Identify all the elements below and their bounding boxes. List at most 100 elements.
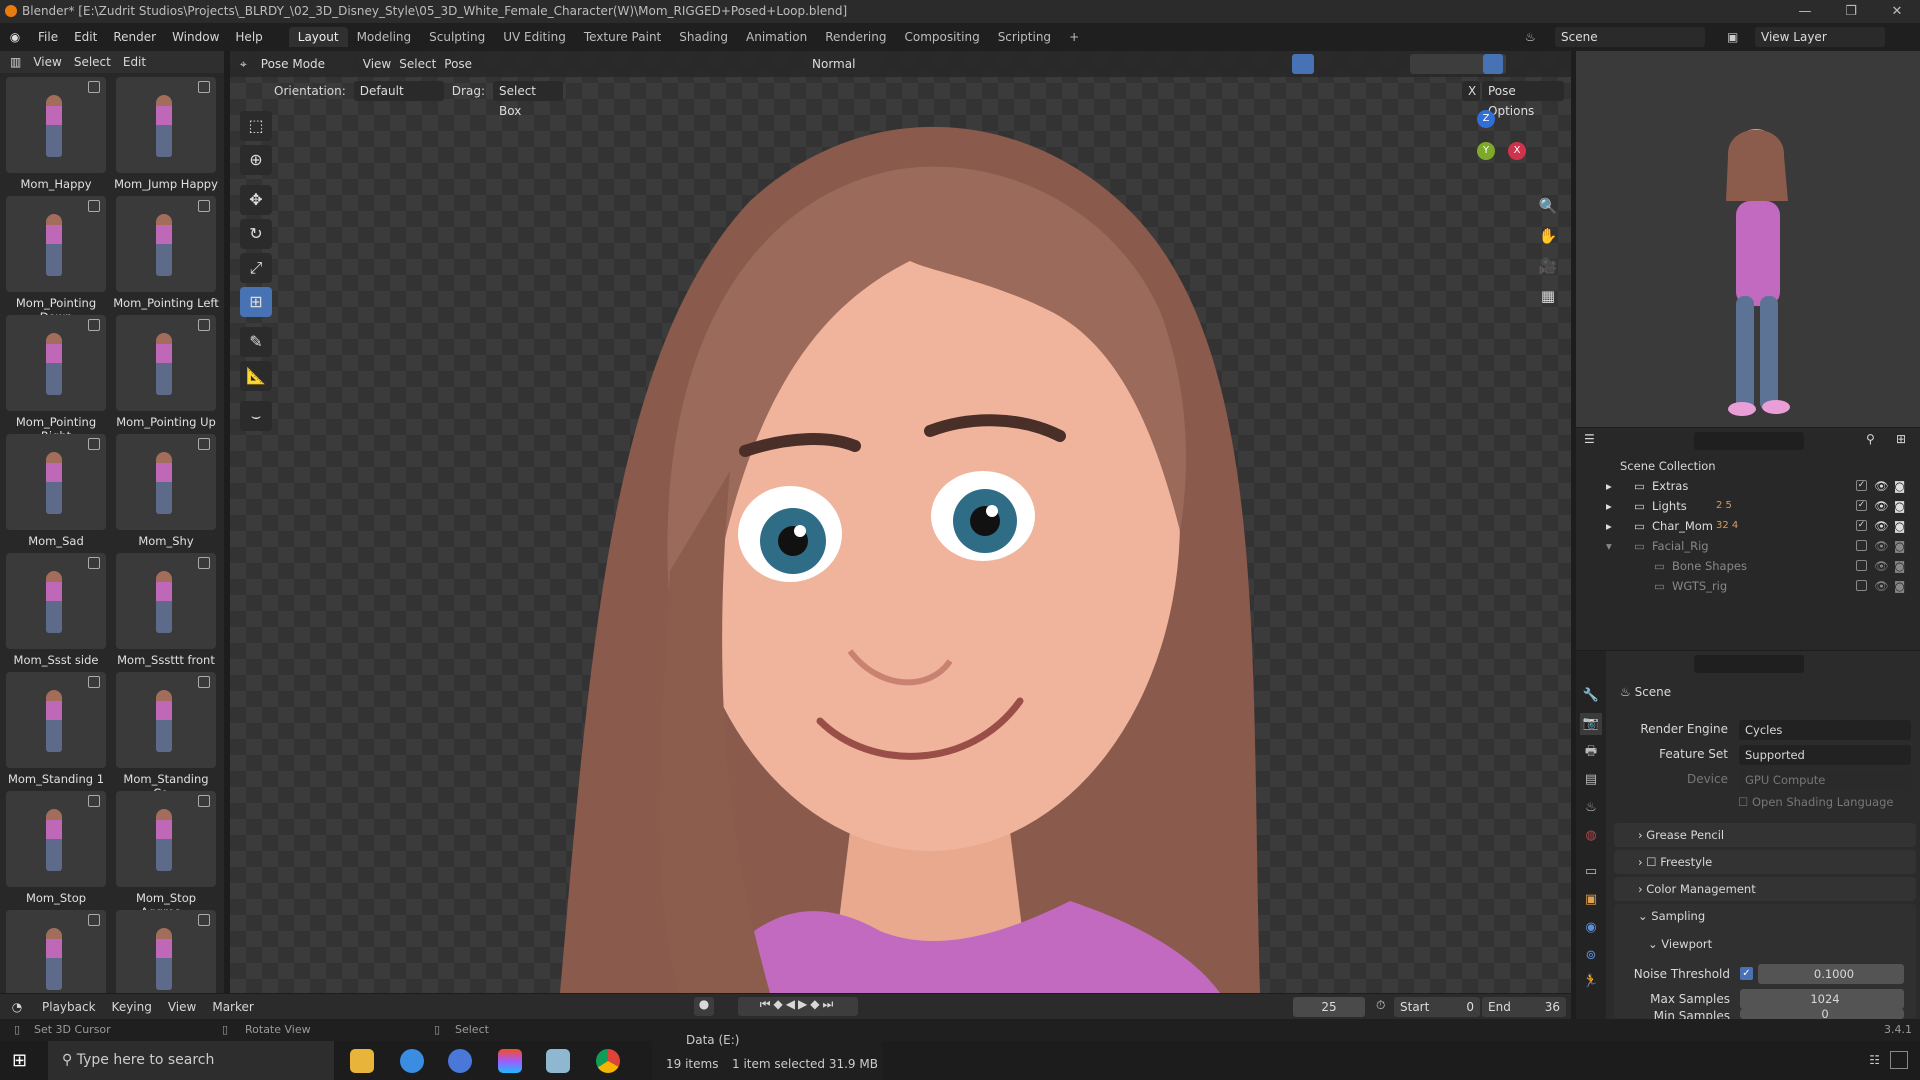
scene-tab-icon[interactable]: ♨ [1580, 797, 1602, 819]
timeline-view-menu[interactable]: View [160, 1000, 204, 1014]
menu-file[interactable]: File [30, 30, 66, 44]
camera-view-icon[interactable]: 🎥 [1535, 253, 1561, 279]
outliner-row[interactable]: ▭ Bone Shapes 👁 ◙ [1576, 556, 1920, 576]
asset-thumbnail[interactable] [116, 196, 216, 292]
pan-hand-icon[interactable]: ✋ [1535, 223, 1561, 249]
move-tool[interactable]: ✥ [240, 185, 272, 215]
asset-thumbnail[interactable] [116, 553, 216, 649]
asset-thumbnail[interactable] [6, 672, 106, 768]
app-icon-2[interactable] [448, 1049, 472, 1073]
physics-tab-icon[interactable]: ◉ [1580, 917, 1602, 939]
viewport-subpanel[interactable]: ⌄ Viewport [1648, 937, 1712, 951]
osl-checkbox[interactable]: ☐ Open Shading Language [1738, 795, 1893, 809]
drive-label[interactable]: Data (E:) [686, 1033, 739, 1047]
minimize-button[interactable]: — [1782, 0, 1828, 23]
editor-type-icon[interactable]: ◔ [0, 1000, 34, 1014]
blender-menu-icon[interactable]: ◉ [0, 30, 30, 44]
asset-thumbnail[interactable] [116, 434, 216, 530]
expand-arrow-icon[interactable]: ▾ [1606, 536, 1612, 556]
panel-grease-pencil[interactable]: › Grease Pencil [1614, 823, 1916, 847]
exclude-checkbox[interactable] [1856, 540, 1867, 551]
render-camera-icon[interactable]: ◙ [1894, 496, 1905, 516]
exclude-checkbox[interactable]: ✓ [1856, 500, 1867, 511]
windows-start-icon[interactable]: ⊞ [12, 1050, 27, 1071]
tab-rendering[interactable]: Rendering [816, 27, 895, 47]
collection-tab-icon[interactable]: ▭ [1580, 861, 1602, 883]
feature-set-dropdown[interactable]: Supported [1739, 745, 1911, 765]
expand-arrow-icon[interactable]: ▸ [1606, 516, 1612, 536]
playback-menu[interactable]: Playback [34, 1000, 104, 1014]
file-explorer-icon[interactable] [350, 1049, 374, 1073]
gizmo-z-axis[interactable]: Z [1477, 110, 1495, 128]
outliner-root[interactable]: Scene Collection [1576, 456, 1920, 476]
edit-icon[interactable] [198, 438, 210, 450]
asset-thumbnail[interactable] [6, 791, 106, 887]
expand-arrow-icon[interactable]: ▸ [1606, 496, 1612, 516]
zoom-icon[interactable]: 🔍 [1535, 193, 1561, 219]
3d-viewport[interactable]: ⌖ Pose Mode View Select Pose Normal Orie… [230, 51, 1571, 993]
asset-thumbnail[interactable] [116, 315, 216, 411]
asset-thumbnail[interactable] [116, 910, 216, 993]
panel-color-management[interactable]: › Color Management [1614, 877, 1916, 901]
notepad-icon[interactable] [546, 1049, 570, 1073]
tab-shading[interactable]: Shading [670, 27, 737, 47]
large-icons-view-icon[interactable] [1890, 1051, 1908, 1069]
noise-threshold-checkbox[interactable]: ✓ [1740, 967, 1753, 980]
select-box-tool[interactable]: ⬚ [240, 111, 272, 141]
scale-tool[interactable]: ⤢ [240, 253, 272, 283]
outliner-row[interactable]: ▸ ▭ Char_Mom 32 4 ✓ 👁 ◙ [1576, 516, 1920, 536]
transform-tool[interactable]: ⊞ [240, 287, 272, 317]
object-tab-icon[interactable]: ▣ [1580, 889, 1602, 911]
device-dropdown[interactable]: GPU Compute [1739, 770, 1911, 790]
output-tab-icon[interactable]: 🖶 [1580, 741, 1602, 763]
visibility-eye-icon[interactable]: 👁 [1874, 576, 1889, 596]
render-camera-icon[interactable]: ◙ [1894, 556, 1905, 576]
exclude-checkbox[interactable] [1856, 560, 1867, 571]
edit-icon[interactable] [88, 795, 100, 807]
visibility-eye-icon[interactable]: 👁 [1874, 556, 1889, 576]
edit-icon[interactable] [88, 914, 100, 926]
start-frame-field[interactable]: Start 0 [1394, 997, 1480, 1017]
end-frame-field[interactable]: End 36 [1482, 997, 1566, 1017]
asset-menu-edit[interactable]: Edit [123, 55, 146, 69]
edit-icon[interactable] [198, 676, 210, 688]
menu-help[interactable]: Help [227, 30, 270, 44]
add-workspace-button[interactable]: + [1060, 27, 1088, 47]
visibility-eye-icon[interactable]: 👁 [1874, 496, 1889, 516]
visibility-eye-icon[interactable]: 👁 [1874, 476, 1889, 496]
render-camera-icon[interactable]: ◙ [1894, 536, 1905, 556]
min-samples-field[interactable]: 0 [1740, 1009, 1904, 1019]
edit-icon[interactable] [198, 81, 210, 93]
view-layer-tab-icon[interactable]: ▤ [1580, 769, 1602, 791]
render-camera-icon[interactable]: ◙ [1894, 476, 1905, 496]
ortho-grid-icon[interactable]: ▦ [1535, 283, 1561, 309]
properties-search-input[interactable] [1694, 655, 1804, 673]
tab-sculpting[interactable]: Sculpting [420, 27, 494, 47]
menu-render[interactable]: Render [105, 30, 164, 44]
panel-freestyle[interactable]: › ☐ Freestyle [1614, 850, 1916, 874]
outliner-row[interactable]: ▸ ▭ Lights 2 5 ✓ 👁 ◙ [1576, 496, 1920, 516]
taskbar-search-input[interactable]: ⚲ Type here to search [48, 1041, 334, 1080]
armature-tab-icon[interactable]: 🏃 [1580, 971, 1602, 993]
world-tab-icon[interactable]: ◍ [1580, 825, 1602, 847]
scene-selector[interactable]: Scene [1555, 27, 1705, 47]
edit-icon[interactable] [88, 557, 100, 569]
asset-thumbnail[interactable] [6, 77, 106, 173]
outliner-row[interactable]: ▸ ▭ Extras ✓ 👁 ◙ [1576, 476, 1920, 496]
asset-menu-select[interactable]: Select [74, 55, 111, 69]
asset-thumbnail[interactable] [6, 910, 106, 993]
view-layer-selector[interactable]: View Layer [1755, 27, 1885, 47]
tab-uv-editing[interactable]: UV Editing [494, 27, 575, 47]
gizmo-x-axis[interactable]: X [1508, 142, 1526, 160]
marker-menu[interactable]: Marker [204, 1000, 261, 1014]
render-camera-icon[interactable]: ◙ [1894, 576, 1905, 596]
menu-window[interactable]: Window [164, 30, 227, 44]
asset-thumbnail[interactable] [6, 553, 106, 649]
asset-menu-view[interactable]: View [33, 55, 61, 69]
edit-icon[interactable] [88, 200, 100, 212]
exclude-checkbox[interactable]: ✓ [1856, 520, 1867, 531]
tab-animation[interactable]: Animation [737, 27, 816, 47]
edit-icon[interactable] [198, 319, 210, 331]
asset-thumbnail[interactable] [116, 77, 216, 173]
exclude-checkbox[interactable] [1856, 580, 1867, 591]
